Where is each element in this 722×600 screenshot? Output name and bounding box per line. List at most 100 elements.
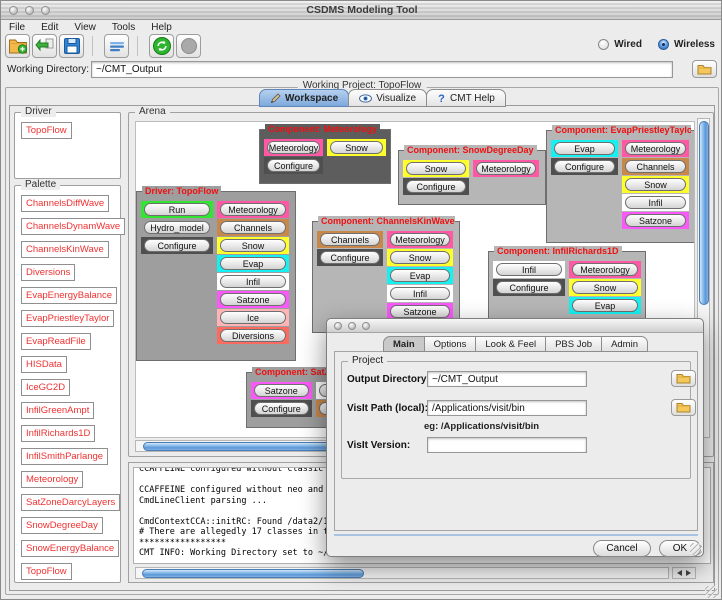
- port-button[interactable]: Infil: [496, 263, 562, 276]
- wired-radio[interactable]: Wired: [598, 39, 642, 50]
- dialog-tab-main[interactable]: Main: [383, 336, 425, 352]
- port-button[interactable]: Infil: [390, 287, 450, 300]
- wireless-radio[interactable]: Wireless: [658, 39, 715, 50]
- palette-item-meteorology[interactable]: Meteorology: [21, 471, 83, 488]
- tab-workspace[interactable]: Workspace: [259, 89, 349, 107]
- port-button[interactable]: Satzone: [625, 214, 686, 227]
- dialog-resize-grip[interactable]: [690, 543, 702, 555]
- palette-item-channelskinwave[interactable]: ChannelsKinWave: [21, 241, 109, 258]
- component-box[interactable]: Component: SnowDegreeDaySnowConfigureMet…: [398, 150, 546, 205]
- palette-item-channelsdiffwave[interactable]: ChannelsDiffWave: [21, 195, 109, 212]
- palette-item-hisdata[interactable]: HISData: [21, 356, 67, 373]
- port-button[interactable]: Channels: [625, 160, 686, 173]
- port-button[interactable]: Hydro_model: [144, 221, 210, 234]
- visit-version-input[interactable]: [427, 437, 587, 453]
- tab-visualize[interactable]: Visualize: [348, 89, 427, 107]
- palette-item-topoflow[interactable]: TopoFlow: [21, 563, 72, 580]
- dialog-tab-admin[interactable]: Admin: [601, 336, 648, 352]
- palette-item-evapenergybalance[interactable]: EvapEnergyBalance: [21, 287, 117, 304]
- minimize-icon[interactable]: [348, 322, 356, 330]
- port-button[interactable]: Satzone: [220, 293, 286, 306]
- port-button[interactable]: Snow: [406, 162, 466, 175]
- port-button[interactable]: Snow: [572, 281, 638, 294]
- run-button[interactable]: [149, 34, 174, 58]
- visit-path-browse-button[interactable]: [671, 399, 696, 416]
- port-button[interactable]: Meteorology: [625, 142, 686, 155]
- palette-item-evappriestleytaylor[interactable]: EvapPriestleyTaylor: [21, 310, 114, 327]
- open-project-button[interactable]: [32, 34, 57, 58]
- component-box[interactable]: Component: MeteorologyMeteorologyConfigu…: [259, 129, 391, 184]
- port-button[interactable]: Meteorology: [476, 162, 536, 175]
- scroll-right-icon[interactable]: [686, 570, 691, 576]
- palette-item-evapreadfile[interactable]: EvapReadFile: [21, 333, 91, 350]
- arena-vscroll-thumb[interactable]: [699, 121, 709, 305]
- port-button[interactable]: Ice: [220, 311, 286, 324]
- console-scroll-arrows[interactable]: [672, 567, 696, 579]
- port-button[interactable]: Meteorology: [267, 141, 320, 154]
- port-button[interactable]: Diversions: [220, 329, 286, 342]
- port-button[interactable]: Configure: [320, 251, 380, 264]
- port-snow: Snow: [569, 279, 641, 296]
- palette-item-infilgreenampt[interactable]: InfilGreenAmpt: [21, 402, 94, 419]
- component-body: Run Hydro_model Configure Meteorology Channe…: [137, 192, 295, 345]
- console-hscrollbar[interactable]: [135, 567, 669, 579]
- port-button[interactable]: Run: [144, 203, 210, 216]
- port-button[interactable]: Evap: [572, 299, 638, 312]
- port-button[interactable]: Infil: [625, 196, 686, 209]
- port-button[interactable]: Evap: [220, 257, 286, 270]
- port-button[interactable]: Meteorology: [220, 203, 286, 216]
- palette-item-diversions[interactable]: Diversions: [21, 264, 75, 281]
- port-button[interactable]: Configure: [496, 281, 562, 294]
- console-button[interactable]: [104, 34, 129, 58]
- port-button[interactable]: Satzone: [390, 305, 450, 318]
- port-button[interactable]: Channels: [220, 221, 286, 234]
- port-button[interactable]: Configure: [554, 160, 615, 173]
- port-button[interactable]: Meteorology: [390, 233, 450, 246]
- working-directory-browse-button[interactable]: [692, 60, 717, 78]
- port-button[interactable]: Infil: [220, 275, 286, 288]
- tab-cmt-help[interactable]: ?CMT Help: [426, 89, 506, 107]
- port-button[interactable]: Configure: [254, 402, 309, 415]
- palette-item-infilsmithparlange[interactable]: InfilSmithParlange: [21, 448, 108, 465]
- window-resize-grip[interactable]: [705, 586, 717, 598]
- console-hscroll-thumb[interactable]: [142, 569, 364, 578]
- port-button[interactable]: Snow: [390, 251, 450, 264]
- output-directory-input[interactable]: [427, 371, 587, 387]
- cancel-button[interactable]: Cancel: [593, 540, 651, 557]
- save-project-button[interactable]: [59, 34, 84, 58]
- component-box[interactable]: Component: EvapPriestleyTaylorEvapConfig…: [546, 130, 695, 243]
- output-directory-browse-button[interactable]: [671, 370, 696, 387]
- port-button[interactable]: Evap: [554, 142, 615, 155]
- close-icon[interactable]: [334, 322, 342, 330]
- palette-item-snowdegreeday[interactable]: SnowDegreeDay: [21, 517, 103, 534]
- working-directory-input[interactable]: [91, 61, 673, 78]
- port-button[interactable]: Configure: [144, 239, 210, 252]
- port-button[interactable]: Snow: [330, 141, 383, 154]
- dialog-tab-look-feel[interactable]: Look & Feel: [475, 336, 546, 352]
- port-button[interactable]: Evap: [390, 269, 450, 282]
- dialog-tab-pbs-job[interactable]: PBS Job: [545, 336, 602, 352]
- port-button[interactable]: Configure: [406, 180, 466, 193]
- component-box[interactable]: Component: ChannelsKinWaveChannelsConfig…: [312, 221, 460, 333]
- dialog-tab-options[interactable]: Options: [424, 336, 477, 352]
- palette-item-channelsdynamwave[interactable]: ChannelsDynamWave: [21, 218, 125, 235]
- stop-button[interactable]: [176, 34, 201, 58]
- port-column: Meteorology Snow Evap: [569, 261, 641, 315]
- component-box[interactable]: Driver: TopoFlowRunHydro_modelConfigureM…: [136, 191, 296, 361]
- driver-item-topoflow[interactable]: TopoFlow: [21, 122, 72, 139]
- maximize-icon[interactable]: [362, 322, 370, 330]
- palette-item-icegc2d[interactable]: IceGC2D: [21, 379, 70, 396]
- palette-item-satzonedarcylayers[interactable]: SatZoneDarcyLayers: [21, 494, 120, 511]
- palette-item-snowenergybalance[interactable]: SnowEnergyBalance: [21, 540, 119, 557]
- new-project-button[interactable]: [5, 34, 30, 58]
- component-body: Infil Configure Meteorology Snow Evap: [489, 252, 645, 315]
- scroll-left-icon[interactable]: [677, 570, 682, 576]
- port-button[interactable]: Meteorology: [572, 263, 638, 276]
- port-button[interactable]: Channels: [320, 233, 380, 246]
- port-button[interactable]: Snow: [625, 178, 686, 191]
- port-button[interactable]: Snow: [220, 239, 286, 252]
- port-button[interactable]: Configure: [267, 159, 320, 172]
- palette-item-infilrichards1d[interactable]: InfilRichards1D: [21, 425, 95, 442]
- visit-path-input[interactable]: [427, 400, 587, 416]
- port-button[interactable]: Satzone: [254, 384, 309, 397]
